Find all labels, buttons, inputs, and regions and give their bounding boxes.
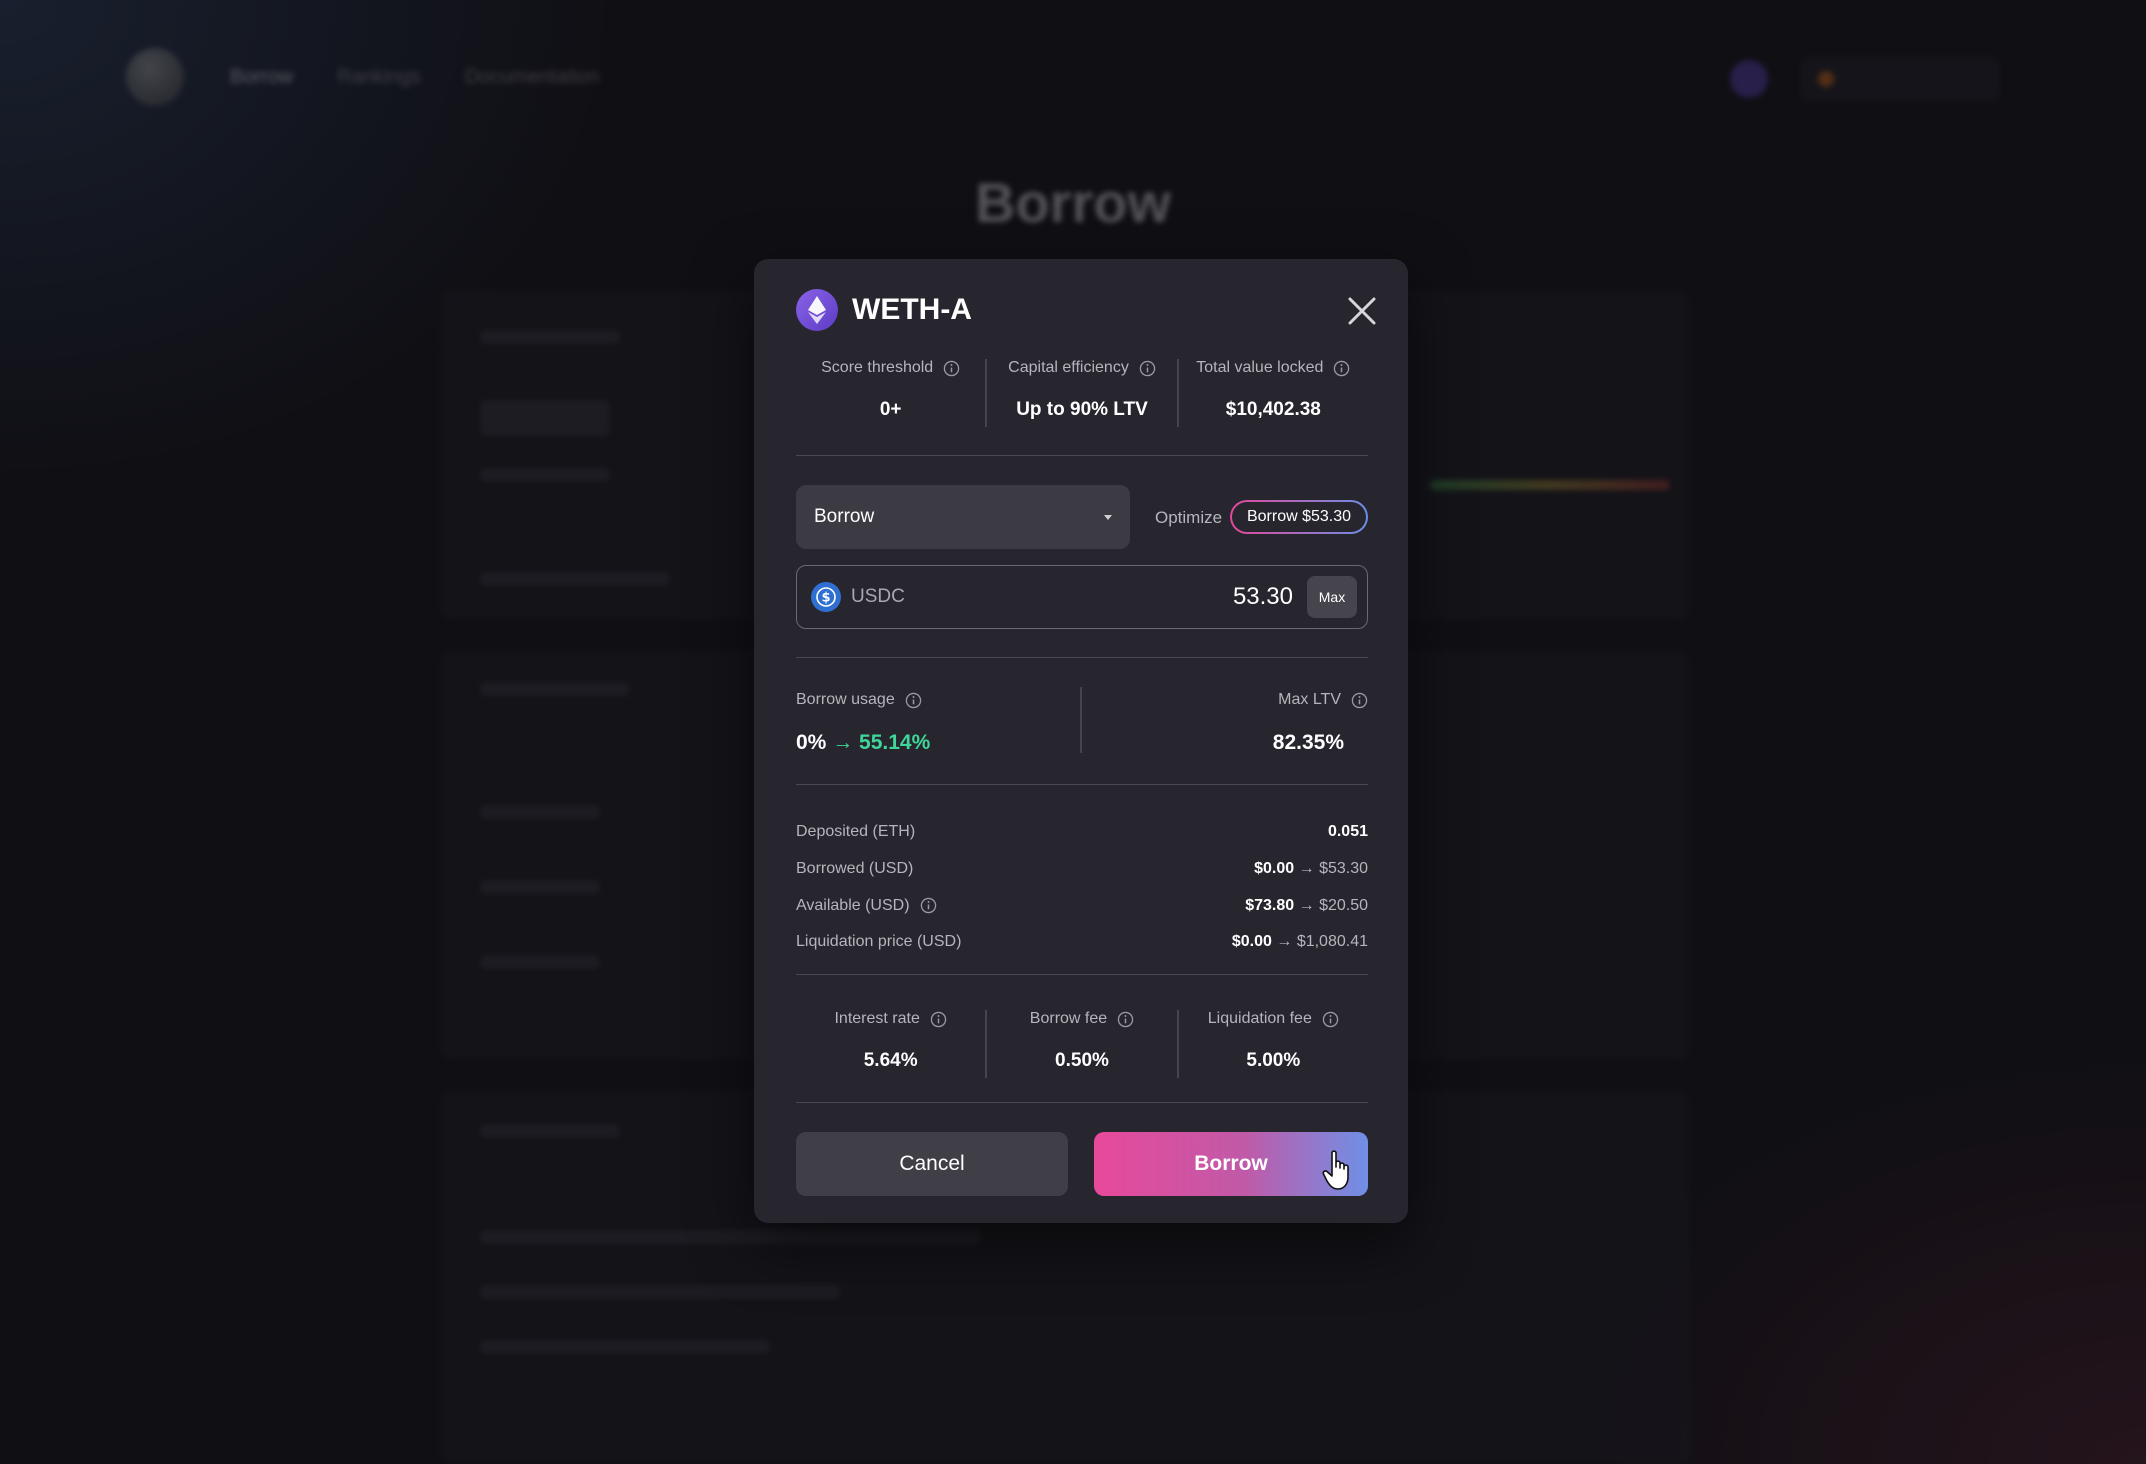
info-icon[interactable] (1333, 360, 1350, 377)
arrow-right-icon: → (1276, 933, 1293, 951)
info-icon[interactable] (1322, 1011, 1339, 1028)
detail-value-to: $53.30 (1319, 860, 1368, 878)
detail-label: Liquidation price (USD) (796, 933, 962, 951)
divider (796, 455, 1368, 456)
hand-pointer-icon (1322, 1150, 1349, 1190)
stat-interest-rate: Interest rate 5.64% (796, 1010, 985, 1078)
detail-label: Borrowed (USD) (796, 860, 914, 878)
detail-row-borrowed: Borrowed (USD) $0.00 → $53.30 (796, 851, 1368, 888)
stat-capital-efficiency: Capital efficiency Up to 90% LTV (985, 359, 1176, 427)
ethereum-icon (796, 289, 838, 331)
stat-liquidation-fee: Liquidation fee 5.00% (1176, 1010, 1368, 1078)
optimize-label: Optimize (1155, 508, 1223, 527)
max-ltv-label: Max LTV (1278, 691, 1341, 708)
stat-value: 5.00% (1246, 1050, 1301, 1071)
max-button[interactable]: Max (1307, 576, 1357, 618)
divider (796, 974, 1368, 975)
detail-value-to: $20.50 (1319, 896, 1368, 914)
usage-to: 55.14% (859, 731, 931, 754)
info-icon[interactable] (1139, 360, 1156, 377)
stat-label: Score threshold (821, 359, 934, 376)
stat-score-threshold: Score threshold 0+ (796, 359, 985, 427)
info-icon[interactable] (920, 897, 937, 914)
arrow-right-icon: → (1298, 896, 1315, 914)
stat-total-value-locked: Total value locked $10,402.38 (1176, 359, 1368, 427)
stat-value: 5.64% (863, 1050, 918, 1071)
usdc-icon: $ (811, 582, 841, 612)
optimize-chip[interactable]: Borrow $53.30 (1230, 500, 1368, 534)
stat-borrow-fee: Borrow fee 0.50% (985, 1010, 1176, 1078)
borrow-usage: Borrow usage 0% → 55.14% (796, 691, 930, 755)
cancel-button[interactable]: Cancel (796, 1132, 1068, 1196)
svg-text:$: $ (821, 591, 830, 606)
close-icon[interactable] (1346, 295, 1378, 327)
stat-label: Capital efficiency (1008, 359, 1129, 376)
detail-value-to: $1,080.41 (1296, 933, 1368, 951)
max-ltv: Max LTV 82.35% (1108, 691, 1368, 755)
info-icon[interactable] (930, 1011, 947, 1028)
action-select[interactable]: Borrow (796, 485, 1130, 549)
stat-value: Up to 90% LTV (1016, 399, 1148, 420)
arrow-right-icon: → (832, 731, 854, 754)
info-icon[interactable] (1117, 1011, 1134, 1028)
detail-row-deposited: Deposited (ETH) 0.051 (796, 814, 1368, 851)
detail-label: Deposited (ETH) (796, 823, 916, 841)
position-details: Deposited (ETH) 0.051 Borrowed (USD) $0.… (796, 814, 1368, 961)
detail-value-from: $0.00 (1254, 860, 1295, 878)
divider (796, 657, 1368, 658)
stat-label: Total value locked (1196, 359, 1324, 376)
usage-from: 0% (796, 731, 827, 754)
info-icon[interactable] (1351, 692, 1368, 709)
modal-header: WETH-A (796, 289, 1378, 331)
detail-label: Available (USD) (796, 896, 910, 914)
stat-value: 0.50% (1055, 1050, 1109, 1071)
vault-stats: Score threshold 0+ Capital efficiency Up… (796, 359, 1368, 427)
info-icon[interactable] (943, 360, 960, 377)
chevron-down-icon (1104, 515, 1112, 520)
stat-label: Interest rate (834, 1010, 920, 1027)
action-select-value: Borrow (814, 506, 875, 527)
detail-value: 0.051 (1327, 823, 1368, 841)
stat-label: Borrow fee (1029, 1010, 1108, 1027)
detail-value-from: $0.00 (1231, 933, 1272, 951)
arrow-right-icon: → (1298, 860, 1315, 878)
stat-value: 0+ (879, 399, 902, 420)
divider (1080, 687, 1082, 753)
amount-value[interactable]: 53.30 (1233, 583, 1293, 611)
stat-value: $10,402.38 (1225, 399, 1321, 420)
modal-title: WETH-A (852, 293, 972, 326)
info-icon[interactable] (905, 692, 922, 709)
detail-value-from: $73.80 (1245, 896, 1295, 914)
amount-input[interactable]: $ USDC 53.30 Max (796, 565, 1368, 629)
divider (796, 1102, 1368, 1103)
usage-label: Borrow usage (796, 691, 895, 708)
divider (796, 784, 1368, 785)
fee-stats: Interest rate 5.64% Borrow fee 0.50% Liq… (796, 1010, 1368, 1078)
max-ltv-value: 82.35% (1272, 731, 1344, 754)
borrow-modal: WETH-A Score threshold 0+ Capital effici… (754, 259, 1408, 1223)
stat-label: Liquidation fee (1207, 1010, 1312, 1027)
detail-row-available: Available (USD) $73.80 → $20.50 (796, 887, 1368, 924)
detail-row-liquidation-price: Liquidation price (USD) $0.00 → $1,080.4… (796, 924, 1368, 961)
token-label: USDC (851, 586, 905, 607)
